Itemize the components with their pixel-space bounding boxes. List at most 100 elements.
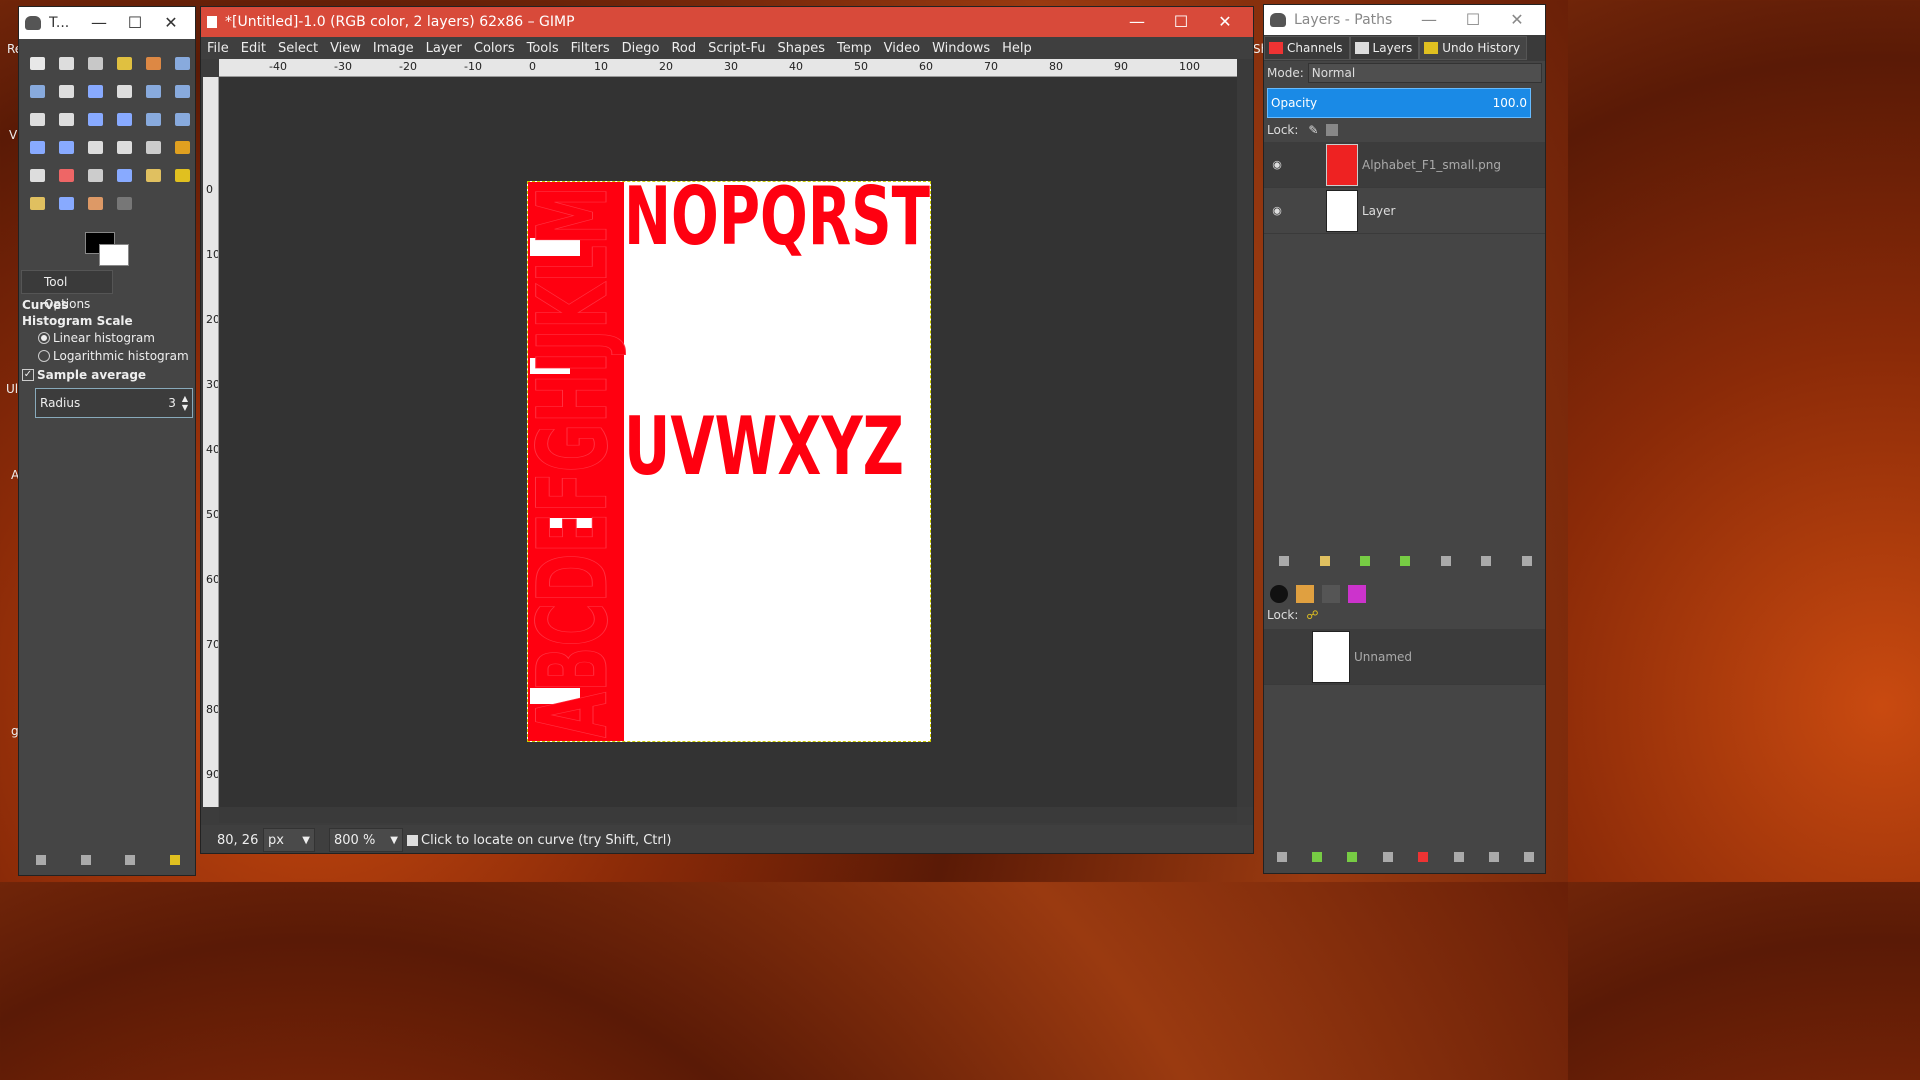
- tool-button-icon[interactable]: [139, 77, 168, 105]
- menu-video[interactable]: Video: [884, 41, 920, 56]
- horizontal-scrollbar[interactable]: [219, 807, 1237, 823]
- tool-button-icon[interactable]: [139, 105, 168, 133]
- vertical-ruler[interactable]: 0 10 20 30 40 50 60 70 80 90: [203, 77, 219, 807]
- log-histogram-radio[interactable]: Logarithmic histogram: [38, 347, 192, 365]
- tool-button-icon[interactable]: [168, 161, 195, 189]
- palettes-icon[interactable]: [1348, 585, 1366, 603]
- tool-button-icon[interactable]: [23, 49, 52, 77]
- lock-alpha-icon[interactable]: [1326, 124, 1339, 136]
- tool-button-icon[interactable]: [168, 105, 195, 133]
- tool-button-icon[interactable]: [23, 133, 52, 161]
- unit-select[interactable]: px ▼: [263, 828, 315, 852]
- tool-button-icon[interactable]: [110, 105, 139, 133]
- tool-button-icon[interactable]: [139, 161, 168, 189]
- visibility-eye-icon[interactable]: ◉: [1264, 204, 1290, 217]
- tool-button-icon[interactable]: [23, 77, 52, 105]
- tool-button-icon[interactable]: [81, 189, 110, 217]
- lower-path-icon[interactable]: [1347, 852, 1358, 862]
- background-color[interactable]: [99, 244, 129, 266]
- new-layer-icon[interactable]: [1279, 556, 1290, 566]
- lower-layer-icon[interactable]: [1400, 556, 1411, 566]
- tool-button-icon[interactable]: [110, 49, 139, 77]
- delete-preset-icon[interactable]: [125, 855, 136, 865]
- selection-to-path-icon[interactable]: [1453, 852, 1464, 862]
- lock-position-icon[interactable]: ☍: [1306, 608, 1318, 622]
- paths-icon[interactable]: [1322, 585, 1340, 603]
- linear-histogram-radio[interactable]: Linear histogram: [38, 329, 192, 347]
- raise-path-icon[interactable]: [1312, 852, 1323, 862]
- minimize-button[interactable]: —: [1115, 7, 1159, 38]
- vertical-scrollbar[interactable]: [1237, 59, 1253, 807]
- tool-button-icon[interactable]: [139, 133, 168, 161]
- image-canvas[interactable]: ABCDEFGHIJKLM NOPQRST UVWXYZ: [517, 170, 931, 742]
- close-button[interactable]: ✕: [1495, 5, 1539, 36]
- maximize-button[interactable]: ☐: [1451, 5, 1495, 36]
- tool-button-icon[interactable]: [139, 49, 168, 77]
- tool-button-icon[interactable]: [110, 77, 139, 105]
- save-preset-icon[interactable]: [36, 855, 47, 865]
- menu-image[interactable]: Image: [373, 41, 414, 56]
- close-button[interactable]: ✕: [153, 7, 189, 39]
- menu-diego[interactable]: Diego: [622, 41, 660, 56]
- image-titlebar[interactable]: *[Untitled]-1.0 (RGB color, 2 layers) 62…: [201, 7, 1253, 37]
- sample-average-checkbox[interactable]: ✓ Sample average: [22, 368, 192, 382]
- tool-button-icon[interactable]: [81, 77, 110, 105]
- tool-button-icon[interactable]: [23, 189, 52, 217]
- tab-channels[interactable]: Channels: [1264, 36, 1350, 60]
- layer-item[interactable]: ◉ Layer: [1264, 188, 1545, 234]
- tool-button-icon[interactable]: [52, 133, 81, 161]
- tool-button-icon[interactable]: [52, 161, 81, 189]
- tool-button-icon[interactable]: [81, 49, 110, 77]
- path-to-selection-icon[interactable]: [1418, 852, 1429, 862]
- spinner-arrows-icon[interactable]: ▲ ▼: [182, 394, 188, 412]
- tool-button-icon[interactable]: [81, 161, 110, 189]
- tool-button-icon[interactable]: [168, 133, 195, 161]
- menu-temp[interactable]: Temp: [837, 41, 872, 56]
- menu-select[interactable]: Select: [278, 41, 318, 56]
- toolbox-titlebar[interactable]: T... — ☐ ✕: [19, 7, 195, 39]
- layer-item[interactable]: ◉ Alphabet_F1_small.png: [1264, 142, 1545, 188]
- menu-colors[interactable]: Colors: [474, 41, 515, 56]
- menu-file[interactable]: File: [207, 41, 229, 56]
- tool-button-icon[interactable]: [110, 133, 139, 161]
- menu-edit[interactable]: Edit: [241, 41, 266, 56]
- close-button[interactable]: ✕: [1203, 7, 1247, 38]
- tool-button-icon[interactable]: [81, 105, 110, 133]
- path-item[interactable]: Unnamed: [1264, 629, 1545, 685]
- delete-layer-icon[interactable]: [1521, 556, 1532, 566]
- menu-tools[interactable]: Tools: [527, 41, 559, 56]
- new-path-icon[interactable]: [1276, 852, 1287, 862]
- tool-button-icon[interactable]: [110, 189, 139, 217]
- menu-filters[interactable]: Filters: [571, 41, 610, 56]
- tool-button-icon[interactable]: [52, 105, 81, 133]
- paint-along-path-icon[interactable]: [1488, 852, 1499, 862]
- new-group-icon[interactable]: [1319, 556, 1330, 566]
- tool-button-icon[interactable]: [23, 161, 52, 189]
- layers-titlebar[interactable]: Layers - Paths — ☐ ✕: [1264, 5, 1545, 35]
- lock-pixels-icon[interactable]: ✎: [1308, 123, 1318, 137]
- fg-bg-colors[interactable]: [85, 232, 135, 272]
- tab-undo-history[interactable]: Undo History: [1419, 36, 1528, 60]
- tool-button-icon[interactable]: [168, 49, 195, 77]
- zoom-select[interactable]: 800 % ▼: [329, 828, 403, 852]
- tab-tool-options[interactable]: Tool Options: [21, 270, 113, 311]
- duplicate-path-icon[interactable]: [1382, 852, 1393, 862]
- horizontal-ruler[interactable]: -40 -30 -20 -10 0 10 20 30 40 50 60 70 80 90 100: [219, 59, 1237, 77]
- menu-windows[interactable]: Windows: [932, 41, 990, 56]
- menu-scriptfu[interactable]: Script-Fu: [708, 41, 765, 56]
- menu-layer[interactable]: Layer: [426, 41, 462, 56]
- tool-button-icon[interactable]: [110, 161, 139, 189]
- tool-button-icon[interactable]: [52, 49, 81, 77]
- canvas-area[interactable]: ABCDEFGHIJKLM NOPQRST UVWXYZ: [219, 77, 1237, 807]
- tool-button-icon[interactable]: [52, 189, 81, 217]
- visibility-eye-icon[interactable]: ◉: [1264, 158, 1290, 171]
- tab-layers[interactable]: Layers: [1349, 36, 1420, 60]
- radius-spinner[interactable]: Radius 3 ▲ ▼: [35, 388, 193, 418]
- minimize-button[interactable]: —: [1407, 5, 1451, 36]
- menu-rod[interactable]: Rod: [671, 41, 696, 56]
- tool-button-icon[interactable]: [168, 77, 195, 105]
- duplicate-layer-icon[interactable]: [1440, 556, 1451, 566]
- reset-icon[interactable]: [169, 855, 180, 865]
- menu-help[interactable]: Help: [1002, 41, 1032, 56]
- opacity-slider[interactable]: Opacity 100.0: [1267, 88, 1531, 118]
